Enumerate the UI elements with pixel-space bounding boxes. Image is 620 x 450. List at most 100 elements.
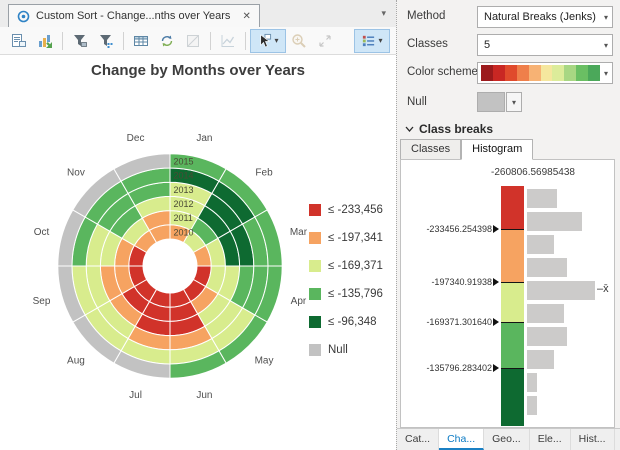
classes-label: Classes bbox=[407, 38, 448, 50]
bottom-tab-sym[interactable]: Sym... bbox=[615, 429, 620, 450]
month-label: Mar bbox=[290, 227, 308, 238]
legend-row[interactable]: ≤ -96,348 bbox=[309, 308, 383, 336]
break-label: -233456.254398 bbox=[426, 224, 492, 234]
legend-caret-icon[interactable]: ▾ bbox=[378, 36, 382, 45]
method-select[interactable]: Natural Breaks (Jenks) ▾ bbox=[477, 6, 613, 28]
histogram-bar bbox=[527, 235, 554, 254]
break-arrow-icon[interactable] bbox=[493, 318, 499, 326]
symbology-pane: Method Natural Breaks (Jenks) ▾ Classes … bbox=[396, 0, 620, 450]
tab-histogram[interactable]: Histogram bbox=[461, 139, 533, 160]
month-label: Dec bbox=[127, 133, 145, 144]
month-label: Jan bbox=[196, 133, 212, 144]
collapse-chevron-icon bbox=[405, 126, 414, 132]
selection-caret-icon[interactable]: ▾ bbox=[274, 36, 278, 45]
year-ring-label: 2012 bbox=[174, 199, 194, 209]
legend-row[interactable]: Null bbox=[309, 336, 383, 364]
legend-label: ≤ -233,456 bbox=[328, 204, 383, 216]
filter-extent-icon bbox=[98, 33, 114, 49]
toolbar-separator bbox=[210, 32, 211, 50]
bottom-tab-hist[interactable]: Hist... bbox=[571, 429, 615, 450]
histogram-bar bbox=[527, 327, 567, 346]
filter-by-extent-button[interactable] bbox=[93, 29, 119, 53]
break-value[interactable]: -233456.254398 bbox=[405, 223, 499, 235]
classes-row: Classes 5 ▾ bbox=[397, 34, 620, 56]
full-extent-icon bbox=[317, 33, 333, 49]
trend-line-icon bbox=[220, 33, 236, 49]
class-breaks-title: Class breaks bbox=[419, 122, 493, 136]
clip-icon bbox=[185, 33, 201, 49]
chart-tab-target-icon bbox=[17, 10, 30, 23]
month-label: May bbox=[255, 356, 274, 367]
chart-document-tab[interactable]: Custom Sort - Change...nths over Years ✕ bbox=[8, 4, 260, 27]
app-window: Custom Sort - Change...nths over Years ✕… bbox=[0, 0, 620, 450]
month-label: Aug bbox=[67, 356, 85, 367]
filter-selection-icon bbox=[72, 33, 88, 49]
histogram-bar bbox=[527, 373, 537, 392]
chart-legend: ≤ -233,456 ≤ -197,341≤ -169,371 ≤ -135,796… bbox=[309, 196, 383, 364]
export-chart-button[interactable] bbox=[32, 29, 58, 53]
histogram-bars: -233456.254398 -197340.91938 -169371.30164… bbox=[401, 160, 614, 427]
classes-select[interactable]: 5 ▾ bbox=[477, 34, 613, 56]
legend-label: ≤ -135,796 bbox=[328, 288, 383, 300]
histogram-bar bbox=[527, 350, 554, 369]
break-label: -135796.283402 bbox=[426, 363, 492, 373]
month-label: Oct bbox=[34, 227, 50, 238]
break-arrow-icon[interactable] bbox=[493, 364, 499, 372]
year-ring-label: 2011 bbox=[174, 213, 193, 223]
bottom-tab-ele[interactable]: Ele... bbox=[530, 429, 571, 450]
color-scheme-row: Color scheme ▾ bbox=[397, 62, 620, 84]
class-breaks-header[interactable]: Class breaks bbox=[405, 122, 493, 136]
method-row: Method Natural Breaks (Jenks) ▾ bbox=[397, 6, 620, 28]
tabstrip-caret-icon[interactable]: ▾ bbox=[381, 8, 386, 19]
trend-line-button bbox=[215, 29, 241, 53]
year-ring-label: 2015 bbox=[174, 156, 194, 166]
null-color-swatch[interactable] bbox=[477, 92, 505, 112]
filter-by-selection-button[interactable] bbox=[67, 29, 93, 53]
histogram-panel: -260806.56985438 -233456.254398-197340.9… bbox=[400, 159, 615, 428]
zoom-icon bbox=[291, 33, 307, 49]
tab-close-icon[interactable]: ✕ bbox=[242, 11, 250, 22]
show-table-button[interactable] bbox=[128, 29, 154, 53]
legend-swatch bbox=[309, 344, 321, 356]
legend-row[interactable]: ≤ -233,456 bbox=[309, 196, 383, 224]
legend-swatch bbox=[309, 204, 321, 216]
histogram-bar bbox=[527, 304, 564, 323]
bottom-tab-cha[interactable]: Cha... bbox=[439, 429, 484, 450]
bottom-tab-cat[interactable]: Cat... bbox=[397, 429, 439, 450]
year-ring-label: 2010 bbox=[174, 227, 194, 237]
toolbar-separator bbox=[62, 32, 63, 50]
chart-pane: Custom Sort - Change...nths over Years ✕… bbox=[0, 0, 396, 450]
legend-list-icon bbox=[361, 33, 376, 48]
classes-value: 5 bbox=[478, 39, 600, 51]
legend-swatch bbox=[309, 316, 321, 328]
tab-classes[interactable]: Classes bbox=[400, 139, 461, 160]
null-caret-icon[interactable]: ▾ bbox=[506, 92, 522, 112]
refresh-chart-button[interactable] bbox=[154, 29, 180, 53]
mean-marker: –x̄ bbox=[597, 283, 609, 295]
break-value[interactable]: -197340.91938 bbox=[405, 276, 499, 288]
month-label: Sep bbox=[33, 296, 51, 307]
break-arrow-icon[interactable] bbox=[493, 278, 499, 286]
histogram-bar bbox=[527, 258, 567, 277]
full-extent-button bbox=[312, 29, 338, 53]
break-value[interactable]: -135796.283402 bbox=[405, 362, 499, 374]
selection-mode-button[interactable]: ▾ bbox=[250, 29, 286, 53]
legend-toggle-button[interactable]: ▾ bbox=[354, 29, 390, 53]
bottom-tab-geo[interactable]: Geo... bbox=[484, 429, 530, 450]
legend-row[interactable]: ≤ -135,796 bbox=[309, 280, 383, 308]
zoom-mode-button bbox=[286, 29, 312, 53]
break-value[interactable]: -169371.301640 bbox=[405, 316, 499, 328]
chart-properties-button[interactable] bbox=[6, 29, 32, 53]
toolbar-separator bbox=[245, 32, 246, 50]
break-arrow-icon[interactable] bbox=[493, 225, 499, 233]
color-scheme-select[interactable]: ▾ bbox=[477, 62, 613, 84]
toolbar-separator bbox=[123, 32, 124, 50]
chart-toolbar: ▾ ▾ bbox=[0, 27, 396, 55]
classes-caret-icon: ▾ bbox=[600, 41, 612, 50]
histogram-bar bbox=[527, 212, 582, 231]
break-label: -169371.301640 bbox=[426, 317, 492, 327]
legend-row[interactable]: ≤ -169,371 bbox=[309, 252, 383, 280]
month-label: Apr bbox=[291, 296, 307, 307]
legend-row[interactable]: ≤ -197,341 bbox=[309, 224, 383, 252]
month-label: Jun bbox=[196, 390, 212, 401]
